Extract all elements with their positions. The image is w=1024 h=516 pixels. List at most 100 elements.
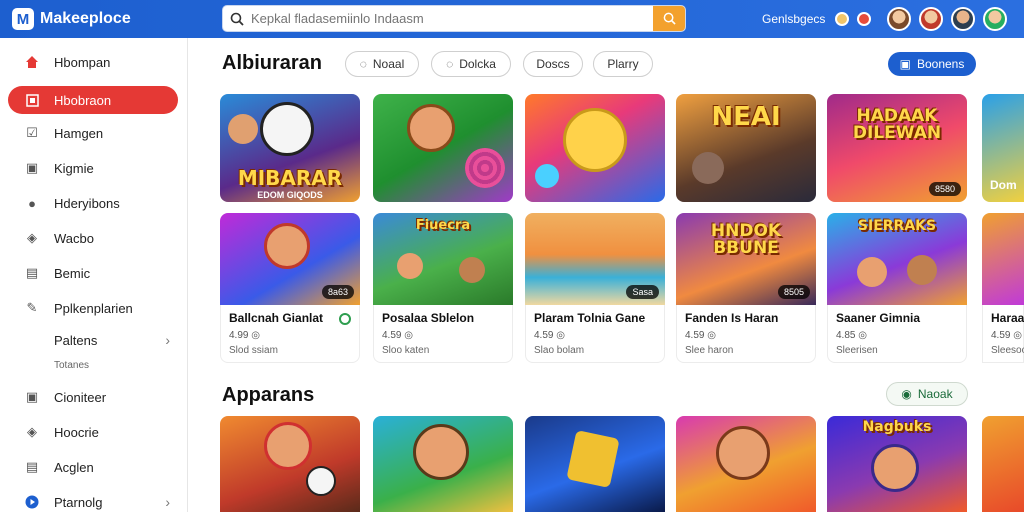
game-card[interactable] <box>373 94 513 202</box>
section-title: Albiuraran <box>222 52 323 74</box>
gift-icon[interactable] <box>857 12 872 26</box>
game-card[interactable]: Dom <box>982 94 1024 202</box>
game-card-info[interactable]: Fanden Is Haran 4.59 ◎ Slee haron <box>676 305 816 363</box>
game-card[interactable] <box>220 416 360 512</box>
game-card[interactable] <box>676 416 816 512</box>
square-icon: ▣ <box>25 160 39 175</box>
mascot-image <box>306 466 336 496</box>
card-pill: Sasa <box>626 285 659 299</box>
filter-chip[interactable]: Plarry <box>593 51 653 77</box>
game-card[interactable]: NEAI <box>676 94 816 202</box>
game-card-info[interactable]: Haraa 4.59 ◎ Sleesoo <box>982 305 1024 363</box>
card-banner: MIBARAR <box>237 166 343 190</box>
game-card-info[interactable]: Saaner Gimnia 4.85 ◎ Sleerisen <box>827 305 967 363</box>
game-card[interactable] <box>525 416 665 512</box>
game-card-image[interactable]: HNDOK BBUNE 8505 <box>676 213 816 305</box>
sidebar-item-label: Cioniteer <box>54 389 107 405</box>
game-card[interactable] <box>525 94 665 202</box>
avatar[interactable] <box>983 7 1008 31</box>
search-input[interactable] <box>251 11 653 26</box>
circle-icon: ◌ <box>359 57 367 71</box>
game-card[interactable] <box>373 416 513 512</box>
filter-chip[interactable]: ◌ Dolcka <box>431 51 511 77</box>
brand-name: Makeeploce <box>40 10 131 27</box>
game-card[interactable]: MIBARAR EDOM GIQODS <box>220 94 360 202</box>
mascot-image <box>260 102 314 156</box>
filter-chip[interactable]: ◌ Noaal <box>345 51 419 77</box>
character-image <box>857 257 887 287</box>
game-card-image[interactable]: Sasa <box>525 213 665 305</box>
sidebar-item-6[interactable]: ▤ Bemic <box>8 259 178 287</box>
see-all-label: Naoak <box>917 387 953 401</box>
sidebar-item-9[interactable]: ▣ Cioniteer <box>8 383 178 411</box>
sidebar-item-label: Hoocrie <box>54 424 99 440</box>
game-card-info[interactable]: Posalaa Sblelon 4.59 ◎ Sloo katen <box>373 305 513 363</box>
game-subtitle: Sleerisen <box>836 345 878 356</box>
grid-icon <box>24 92 40 108</box>
top-right-area: Genlsbgecs <box>762 0 1008 38</box>
game-card-info[interactable]: Ballcnah Gianlat 4.99 ◎ Slod ssiam <box>220 305 360 363</box>
candy-image <box>465 148 505 188</box>
sidebar-item-11[interactable]: ▤ Acglen <box>8 453 178 481</box>
circle-icon: ◌ <box>446 57 454 71</box>
game-card-image[interactable]: SIERRAKS <box>827 213 967 305</box>
avatar[interactable] <box>887 7 912 31</box>
sidebar-item-label: Hbompan <box>54 54 111 70</box>
notification-icon[interactable] <box>835 12 850 26</box>
card-pill: 8505 <box>777 285 810 299</box>
list-icon: ▤ <box>25 265 39 280</box>
game-subtitle: Slao bolam <box>534 345 585 356</box>
game-rating: 4.99 ◎ <box>229 330 260 341</box>
store-icon: M <box>12 8 34 30</box>
game-card[interactable] <box>982 416 1024 512</box>
sidebar-item-home[interactable]: Hbompan <box>8 48 178 76</box>
top-bar: M Makeeploce Genlsbgecs <box>0 0 1024 38</box>
game-card-image[interactable] <box>982 213 1024 305</box>
tag-icon: ◈ <box>27 230 37 245</box>
card-banner: HNDOK BBUNE <box>710 221 782 258</box>
sidebar-item-8[interactable]: Paltens › <box>8 326 178 354</box>
game-icon-image <box>566 429 620 489</box>
sidebar: Hbompan Hbobraon ☑ Hamgen ▣ Kigmie ● Hde… <box>0 38 188 512</box>
character-image <box>459 257 485 283</box>
sidebar-item-3[interactable]: ▣ Kigmie <box>8 154 178 182</box>
top-link[interactable]: Genlsbgecs <box>762 12 825 26</box>
character-image <box>397 253 423 279</box>
sidebar-item-10[interactable]: ◈ Hoocrie <box>8 418 178 446</box>
browse-button[interactable]: ▣ Boonens <box>888 52 976 76</box>
card-pill: 8580 <box>928 182 961 196</box>
sidebar-item-label: Kigmie <box>54 160 94 176</box>
sidebar-item-2[interactable]: ☑ Hamgen <box>8 119 178 147</box>
game-card-image[interactable]: Fiuecra <box>373 213 513 305</box>
sidebar-subtitle: Totanes <box>54 360 90 371</box>
avatar[interactable] <box>951 7 976 31</box>
card-banner: HADAAK DILEWAN <box>852 106 942 143</box>
tag-icon: ◈ <box>27 424 37 439</box>
game-card[interactable]: HADAAK DILEWAN 8580 <box>827 94 967 202</box>
sidebar-item-5[interactable]: ◈ Wacbo <box>8 224 178 252</box>
game-title: Haraa <box>991 311 1024 325</box>
avatar[interactable] <box>919 7 944 31</box>
filter-chip[interactable]: Doscs <box>523 51 583 77</box>
search-button[interactable] <box>653 6 685 31</box>
see-all-button[interactable]: ◉ Naoak <box>886 382 968 406</box>
game-subtitle: Sloo katen <box>382 345 430 356</box>
sidebar-item-label: Hamgen <box>54 125 104 141</box>
card-banner: NEAI <box>711 102 781 132</box>
search-bar[interactable] <box>222 5 686 32</box>
verified-icon <box>339 313 351 325</box>
chip-label: Dolcka <box>459 57 496 71</box>
game-card-info[interactable]: Plaram Tolnia Gane 4.59 ◎ Slao bolam <box>525 305 665 363</box>
home-icon <box>24 54 40 70</box>
brand-logo[interactable]: M Makeeploce <box>12 8 212 30</box>
chip-label: Plarry <box>607 57 639 71</box>
sidebar-item-browse[interactable]: Hbobraon <box>8 86 178 114</box>
game-card-image[interactable]: 8a63 <box>220 213 360 305</box>
game-card[interactable]: Nagbuks <box>827 416 967 512</box>
character-image <box>264 223 310 269</box>
main-content: Albiuraran ◌ Noaal ◌ Dolcka Doscs Plarry ▣… <box>188 38 1024 512</box>
character-image <box>716 426 770 480</box>
character-image <box>407 104 455 152</box>
sidebar-item-4[interactable]: ● Hderyibons <box>8 189 178 217</box>
sidebar-item-7[interactable]: ✎ Pplkenplarien <box>8 294 178 322</box>
